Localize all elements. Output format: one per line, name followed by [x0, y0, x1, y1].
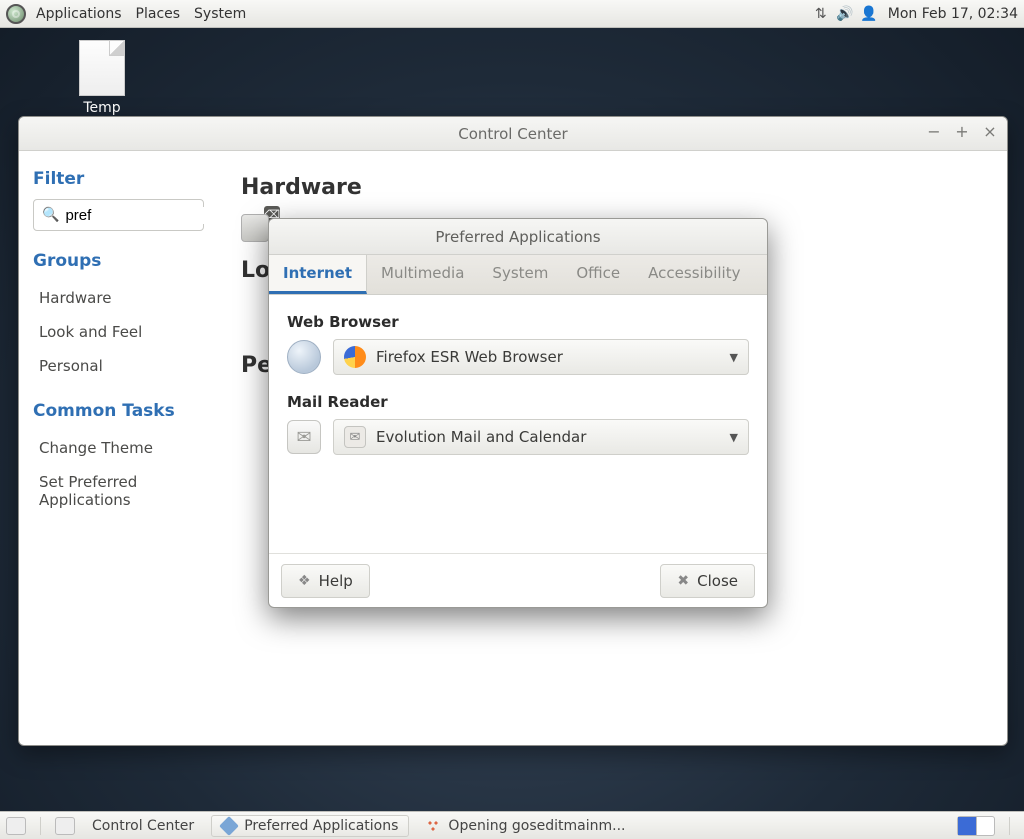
- firefox-icon: [344, 346, 366, 368]
- taskbar: Control Center Preferred Applications Op…: [0, 811, 1024, 839]
- tab-system[interactable]: System: [478, 255, 562, 294]
- show-desktop-icon[interactable]: [6, 817, 26, 835]
- distro-logo-icon: [6, 4, 26, 24]
- taskbar-item-label: Opening goseditmainm...: [448, 818, 625, 834]
- workspace-switcher[interactable]: [957, 816, 995, 836]
- section-heading-hardware: Hardware: [241, 175, 985, 200]
- top-panel: Applications Places System ⇅ 🔊 👤 Mon Feb…: [0, 0, 1024, 28]
- help-label: Help: [319, 572, 353, 590]
- clock[interactable]: Mon Feb 17, 02:34: [888, 6, 1018, 22]
- web-browser-heading: Web Browser: [287, 313, 749, 331]
- groups-heading: Groups: [33, 251, 204, 271]
- panel-menus: Applications Places System: [36, 6, 246, 22]
- envelope-icon: [287, 420, 321, 454]
- taskbar-item-label: Control Center: [92, 818, 194, 834]
- close-icon: ✖: [677, 573, 689, 589]
- common-tasks-heading: Common Tasks: [33, 401, 204, 421]
- file-icon: [79, 40, 125, 96]
- taskbar-item-label: Preferred Applications: [244, 818, 398, 834]
- taskbar-item-control-center[interactable]: Control Center: [81, 815, 205, 837]
- control-center-sidebar: Filter 🔍 ⌫ Groups Hardware Look and Feel…: [19, 151, 219, 745]
- dialog-button-bar: ❖ Help ✖ Close: [269, 553, 767, 607]
- window-title: Control Center: [458, 125, 567, 143]
- sidebar-group-personal[interactable]: Personal: [33, 349, 204, 383]
- chevron-down-icon: ▼: [730, 351, 738, 364]
- loading-icon: [426, 819, 440, 833]
- dialog-content: Web Browser Firefox ESR Web Browser ▼ Ma…: [269, 295, 767, 553]
- globe-icon: [287, 340, 321, 374]
- filter-heading: Filter: [33, 169, 204, 189]
- close-label: Close: [697, 572, 738, 590]
- system-tray: ⇅ 🔊 👤 Mon Feb 17, 02:34: [812, 5, 1018, 23]
- preferred-applications-dialog: Preferred Applications Internet Multimed…: [268, 218, 768, 608]
- search-icon: 🔍: [42, 207, 59, 223]
- tab-office[interactable]: Office: [562, 255, 634, 294]
- taskbar-item-opening[interactable]: Opening goseditmainm...: [415, 815, 636, 837]
- window-minimize-icon[interactable]: −: [925, 123, 943, 141]
- task-set-preferred[interactable]: Set Preferred Applications: [33, 465, 204, 517]
- filter-search: 🔍 ⌫: [33, 199, 204, 231]
- window-controls: − + ×: [925, 123, 999, 141]
- app-icon: [219, 816, 239, 836]
- chevron-down-icon: ▼: [730, 431, 738, 444]
- menu-places[interactable]: Places: [136, 6, 181, 22]
- power-management-icon: [241, 214, 269, 242]
- help-icon: ❖: [298, 573, 311, 589]
- dialog-titlebar[interactable]: Preferred Applications: [269, 219, 767, 255]
- window-maximize-icon[interactable]: +: [953, 123, 971, 141]
- web-browser-select[interactable]: Firefox ESR Web Browser ▼: [333, 339, 749, 375]
- menu-system[interactable]: System: [194, 6, 246, 22]
- window-close-icon[interactable]: ×: [981, 123, 999, 141]
- control-center-titlebar[interactable]: Control Center − + ×: [19, 117, 1007, 151]
- menu-applications[interactable]: Applications: [36, 6, 122, 22]
- mail-reader-value: Evolution Mail and Calendar: [376, 428, 586, 446]
- tab-accessibility[interactable]: Accessibility: [634, 255, 754, 294]
- mail-reader-select[interactable]: Evolution Mail and Calendar ▼: [333, 419, 749, 455]
- volume-icon[interactable]: 🔊: [836, 5, 854, 23]
- user-icon[interactable]: 👤: [860, 5, 878, 23]
- help-button[interactable]: ❖ Help: [281, 564, 370, 598]
- web-browser-value: Firefox ESR Web Browser: [376, 348, 563, 366]
- desktop-icon-temp[interactable]: Temp: [62, 40, 142, 116]
- network-icon[interactable]: ⇅: [812, 5, 830, 23]
- tab-internet[interactable]: Internet: [269, 255, 367, 294]
- evolution-icon: [344, 426, 366, 448]
- workspace-1[interactable]: [958, 817, 977, 835]
- mail-reader-heading: Mail Reader: [287, 393, 749, 411]
- workspace-2[interactable]: [977, 817, 995, 835]
- dialog-title: Preferred Applications: [435, 228, 600, 246]
- close-button[interactable]: ✖ Close: [660, 564, 755, 598]
- taskbar-item-preferred-applications[interactable]: Preferred Applications: [211, 815, 409, 837]
- window-list-icon[interactable]: [55, 817, 75, 835]
- desktop-icon-label: Temp: [62, 100, 142, 116]
- sidebar-group-hardware[interactable]: Hardware: [33, 281, 204, 315]
- tab-multimedia[interactable]: Multimedia: [367, 255, 478, 294]
- sidebar-group-lookandfeel[interactable]: Look and Feel: [33, 315, 204, 349]
- dialog-tabs: Internet Multimedia System Office Access…: [269, 255, 767, 295]
- task-change-theme[interactable]: Change Theme: [33, 431, 204, 465]
